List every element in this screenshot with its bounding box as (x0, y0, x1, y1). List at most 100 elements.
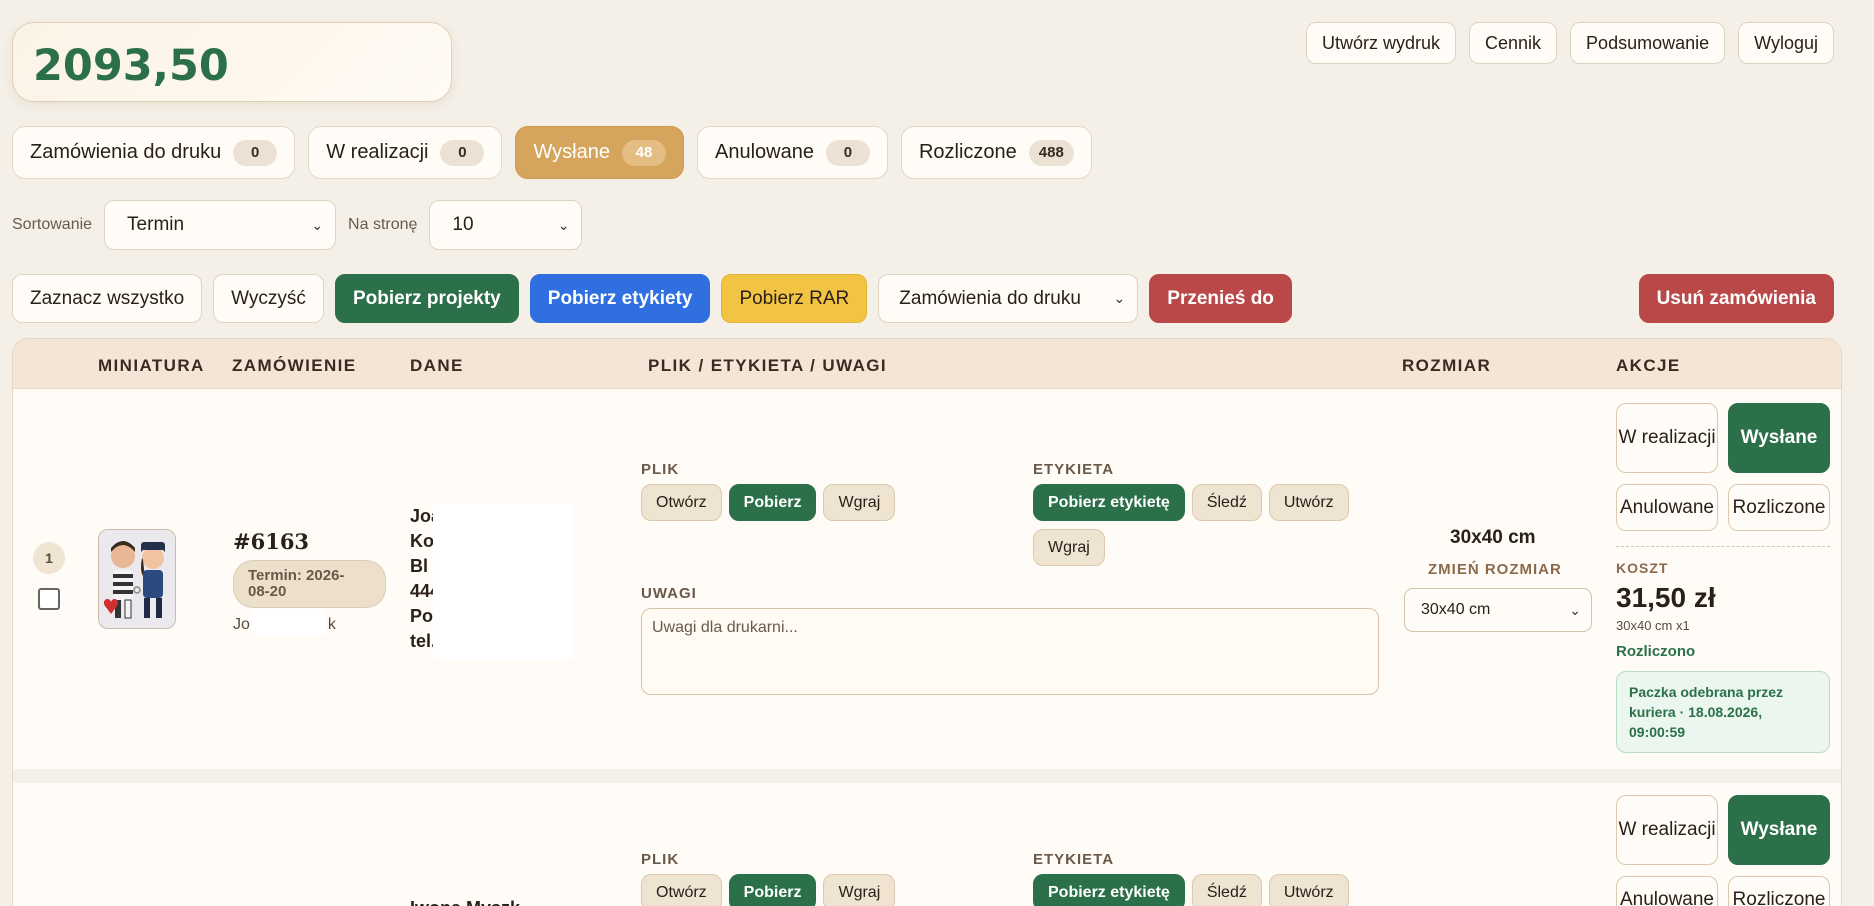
tab-label: Anulowane (714, 141, 814, 163)
chevron-down-icon: ⌄ (1113, 290, 1126, 306)
tab-count: 488 (1028, 139, 1074, 166)
settled-status: Rozliczono (1616, 643, 1696, 660)
create-label-button[interactable]: Utwórz (1268, 484, 1349, 521)
in-progress-button[interactable]: W realizacji (1616, 403, 1718, 473)
settled-button[interactable]: Rozliczone (1728, 876, 1830, 906)
col-actions: AKCJE (1616, 356, 1681, 375)
order-thumbnail[interactable] (98, 529, 176, 629)
cancelled-button[interactable]: Anulowane (1616, 876, 1718, 906)
tab-label: Wysłane (533, 141, 610, 163)
chevron-down-icon: ⌄ (1569, 601, 1581, 618)
size-value: 30x40 cm (1450, 527, 1536, 548)
tab-label: Zamówienia do druku (30, 141, 222, 163)
download-label-button[interactable]: Pobierz etykietę (1033, 484, 1185, 521)
bulk-actions: Zaznacz wszystko Wyczyść Pobierz projekt… (12, 274, 1292, 323)
download-file-button[interactable]: Pobierz (728, 484, 817, 521)
track-button[interactable]: Śledź (1191, 484, 1262, 521)
settled-button[interactable]: Rozliczone (1728, 484, 1830, 531)
cancelled-button[interactable]: Anulowane (1616, 484, 1718, 531)
cost-label: KOSZT (1616, 560, 1669, 576)
in-progress-button[interactable]: W realizacji (1616, 795, 1718, 865)
tab-settled[interactable]: Rozliczone 488 (900, 126, 1092, 179)
label-buttons: Pobierz etykietę Śledź Utwórz (1033, 874, 1349, 906)
sent-button[interactable]: Wysłane (1728, 403, 1830, 473)
size-select-value: 30x40 cm (1421, 601, 1491, 618)
price-list-button[interactable]: Cennik (1469, 22, 1558, 64)
chevron-down-icon: ⌄ (311, 216, 324, 233)
col-order: ZAMÓWIENIE (232, 356, 357, 375)
customer-name: Jo k (233, 609, 353, 635)
logout-button[interactable]: Wyloguj (1738, 22, 1834, 64)
col-thumbnail: MINIATURA (98, 356, 205, 375)
customer-name-start: Jo (233, 616, 250, 633)
row-checkbox[interactable] (38, 588, 60, 610)
summary-button[interactable]: Podsumowanie (1570, 22, 1726, 64)
change-size-label: ZMIEŃ ROZMIAR (1428, 561, 1562, 578)
upload-file-button[interactable]: Wgraj (823, 874, 896, 906)
notes-section-label: UWAGI (641, 585, 697, 602)
tab-to-print[interactable]: Zamówienia do druku 0 (12, 126, 296, 179)
cost-detail: 30x40 cm x1 (1616, 618, 1690, 633)
download-file-button[interactable]: Pobierz (728, 874, 817, 906)
clear-button[interactable]: Wyczyść (213, 274, 324, 323)
tab-count: 0 (440, 139, 485, 166)
label-section-label: ETYKIETA (1033, 461, 1115, 478)
upload-label-button[interactable]: Wgraj (1033, 529, 1105, 566)
redacted-area (433, 504, 573, 659)
track-button[interactable]: Śledź (1191, 874, 1262, 906)
orders-table: MINIATURA ZAMÓWIENIE DANE PLIK / ETYKIET… (12, 338, 1842, 906)
tab-cancelled[interactable]: Anulowane 0 (696, 126, 888, 179)
file-buttons: Otwórz Pobierz Wgraj (641, 874, 896, 906)
col-size: ROZMIAR (1402, 356, 1492, 375)
label-section-label: ETYKIETA (1033, 851, 1115, 868)
move-target-select[interactable]: Zamówienia do druku ⌄ (878, 274, 1139, 323)
caricature-image (99, 530, 175, 628)
col-file-label-notes: PLIK / ETYKIETA / UWAGI (648, 356, 888, 375)
deadline-badge: Termin: 2026- 08-20 (233, 560, 386, 608)
upload-file-button[interactable]: Wgraj (823, 484, 896, 521)
sort-select-value: Termin (127, 214, 185, 235)
tab-count: 0 (233, 139, 278, 166)
per-page-select[interactable]: 10 ⌄ (429, 200, 583, 250)
tab-count: 48 (621, 139, 666, 166)
create-printout-button[interactable]: Utwórz wydruk (1305, 22, 1457, 64)
download-rar-button[interactable]: Pobierz RAR (721, 274, 868, 323)
sort-label: Sortowanie (12, 216, 93, 233)
size-select[interactable]: 30x40 cm ⌄ (1404, 588, 1592, 632)
notes-placeholder: Uwagi dla drukarni... (652, 619, 798, 636)
download-label-button[interactable]: Pobierz etykietę (1033, 874, 1185, 906)
sent-button[interactable]: Wysłane (1728, 795, 1830, 865)
open-file-button[interactable]: Otwórz (641, 484, 722, 521)
top-toolbar: Utwórz wydruk Cennik Podsumowanie Wylogu… (1305, 22, 1834, 64)
per-page-label: Na stronę (348, 216, 418, 233)
tab-sent[interactable]: Wysłane 48 (515, 126, 684, 179)
download-projects-button[interactable]: Pobierz projekty (334, 274, 519, 323)
chevron-down-icon: ⌄ (557, 216, 570, 233)
per-page-value: 10 (452, 214, 474, 235)
customer-data: Iwona Myszk (410, 896, 520, 906)
status-tabs: Zamówienia do druku 0 W realizacji 0 Wys… (12, 126, 1092, 179)
download-labels-button[interactable]: Pobierz etykiety (529, 274, 711, 323)
deadline-line-2: 08-20 (248, 583, 287, 600)
row-number: 1 (33, 542, 65, 574)
select-all-button[interactable]: Zaznacz wszystko (12, 274, 203, 323)
file-section-label: PLIK (641, 461, 680, 478)
table-header: MINIATURA ZAMÓWIENIE DANE PLIK / ETYKIET… (13, 339, 1841, 389)
label-buttons: Pobierz etykietę Śledź Utwórz Wgraj (1033, 484, 1363, 566)
sort-select[interactable]: Termin ⌄ (104, 200, 337, 250)
order-number: #6163 (233, 529, 310, 554)
file-buttons: Otwórz Pobierz Wgraj (641, 484, 896, 521)
divider (1616, 546, 1830, 547)
tab-in-progress[interactable]: W realizacji 0 (308, 126, 503, 179)
customer-name-end: k (327, 616, 336, 633)
notes-textarea[interactable]: Uwagi dla drukarni... (641, 608, 1379, 695)
total-summary-box: 2093,50 (12, 22, 452, 102)
redacted-area (251, 609, 326, 635)
tab-count: 0 (825, 139, 870, 166)
delete-orders-button[interactable]: Usuń zamówienia (1638, 274, 1834, 323)
cost-value: 31,50 zł (1616, 582, 1716, 613)
create-label-button[interactable]: Utwórz (1268, 874, 1349, 906)
move-to-button[interactable]: Przenieś do (1149, 274, 1292, 323)
open-file-button[interactable]: Otwórz (641, 874, 722, 906)
file-section-label: PLIK (641, 851, 680, 868)
